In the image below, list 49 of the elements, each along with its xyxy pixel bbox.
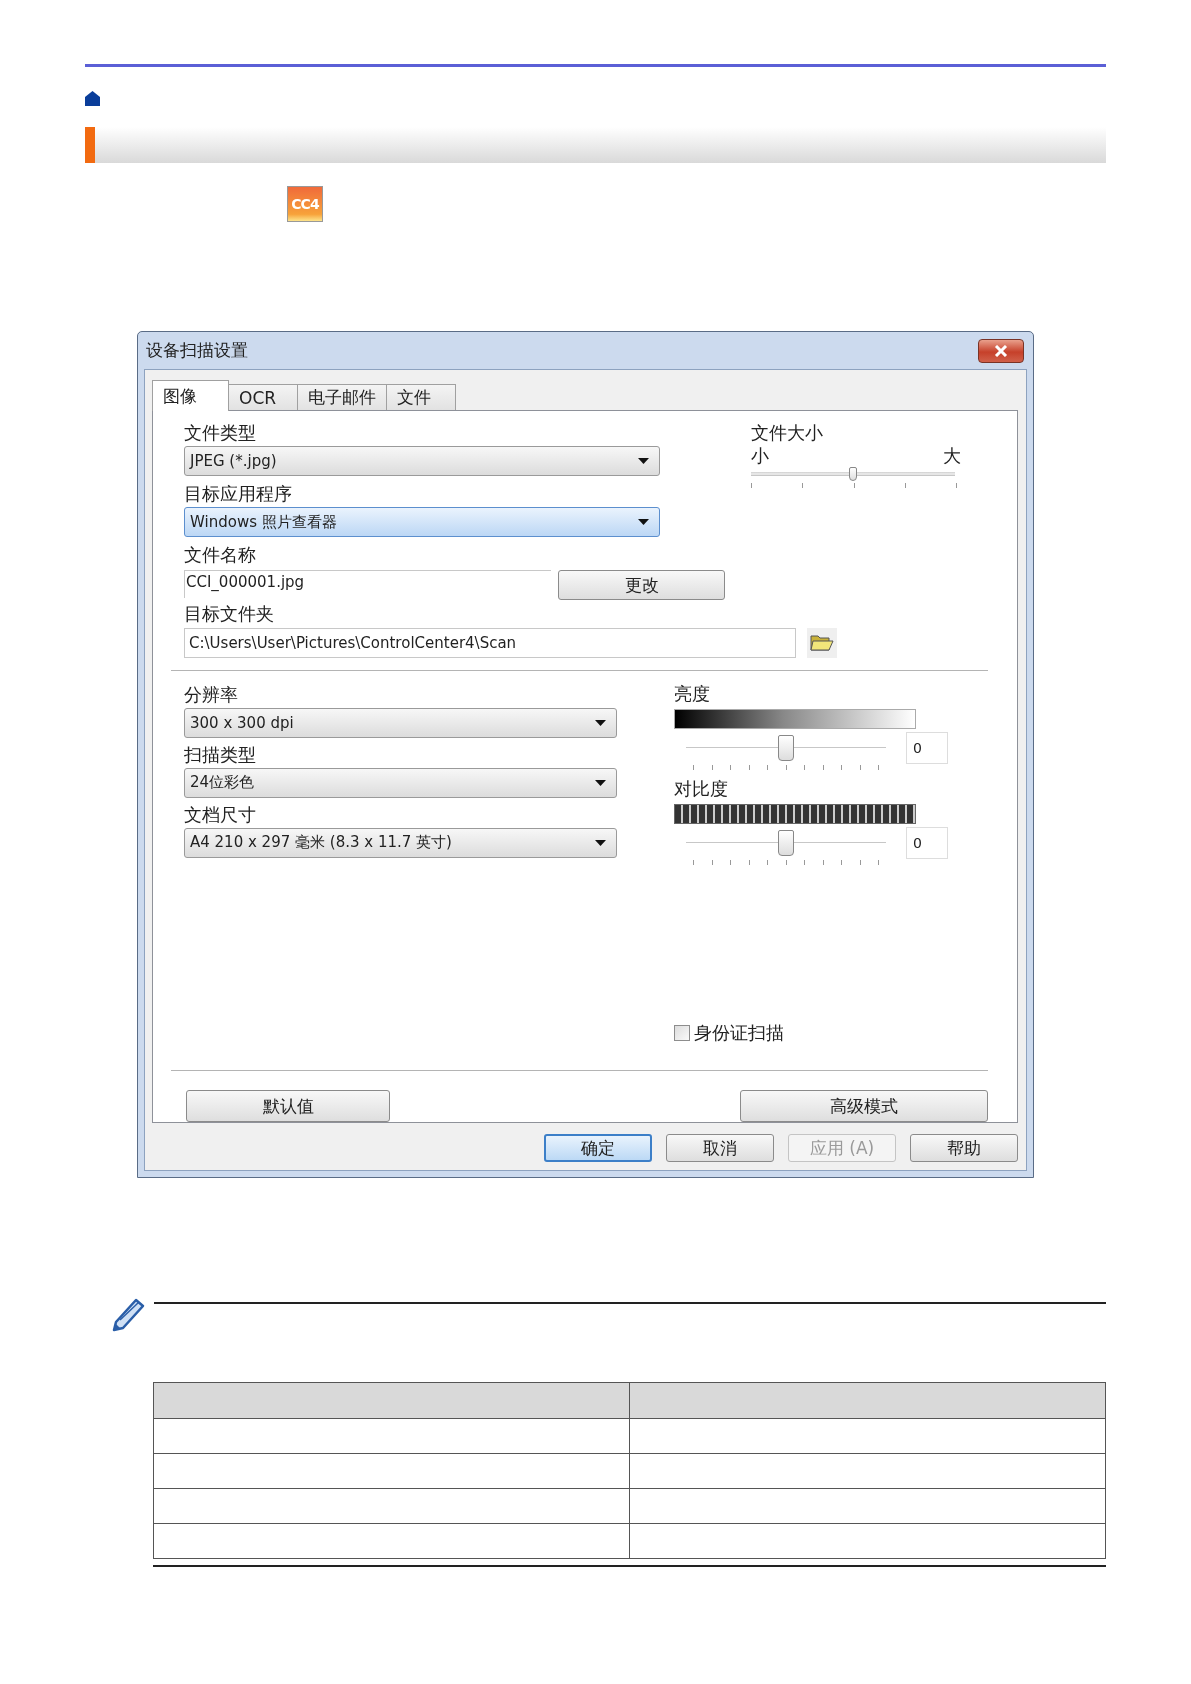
caret-icon [595,720,606,726]
dialog-button[interactable]: 帮助 [910,1134,1018,1162]
input-field[interactable]: CCI_000001.jpg [184,570,551,598]
field-label: 文件类型 [184,421,257,445]
field-label: 亮度 [674,682,711,706]
caret-icon [595,780,606,786]
tab[interactable]: 文件 [386,384,456,410]
tab[interactable]: OCR [228,384,298,410]
dropdown[interactable]: 24位彩色 [184,768,617,798]
field-label: 文档尺寸 [184,803,257,827]
field-label: 文件大小 [751,421,824,445]
value-field[interactable]: 0 [906,732,948,764]
field-label: 分辨率 [184,683,239,707]
slider-thumb[interactable] [778,830,794,856]
advanced-mode-button[interactable]: 高级模式 [740,1090,988,1122]
tab[interactable]: 图像 [152,380,229,411]
home-icon[interactable] [85,91,100,106]
close-icon [994,344,1008,357]
field-label: 扫描类型 [184,743,257,767]
field-label: 文件名称 [184,543,257,567]
dropdown[interactable]: 300 x 300 dpi [184,708,617,738]
value-field[interactable]: 0 [906,827,948,859]
min-label: 小 [751,446,769,466]
dropdown[interactable]: A4 210 x 297 毫米 (8.3 x 11.7 英寸) [184,828,617,858]
caret-icon [638,519,649,525]
dialog-button: 应用 (A) [788,1134,896,1162]
close-button[interactable] [978,338,1024,363]
app-icon: CC4 [287,186,323,222]
default-button[interactable]: 默认值 [186,1090,390,1122]
checkbox[interactable] [674,1025,690,1041]
checkbox-label: 身份证扫描 [694,1021,784,1045]
folder-button[interactable] [807,627,837,658]
caret-icon [638,458,649,464]
dialog-button[interactable]: 取消 [666,1134,774,1162]
folder-icon [810,633,834,652]
window-title: 设备扫描设置 [146,339,248,362]
dropdown[interactable]: Windows 照片查看器 [184,507,660,537]
max-label: 大 [943,446,961,466]
field-label: 对比度 [674,777,729,801]
field-label: 目标应用程序 [184,482,293,506]
dialog-button[interactable]: 确定 [544,1134,652,1162]
input-field[interactable]: C:\Users\User\Pictures\ControlCenter4\Scan [184,628,796,658]
caret-icon [595,840,606,846]
field-label: 目标文件夹 [184,602,275,626]
tab[interactable]: 电子邮件 [297,384,387,410]
dropdown[interactable]: JPEG (*.jpg) [184,446,660,476]
slider-thumb[interactable] [849,467,857,481]
change-button[interactable]: 更改 [558,570,725,600]
slider-thumb[interactable] [778,735,794,761]
